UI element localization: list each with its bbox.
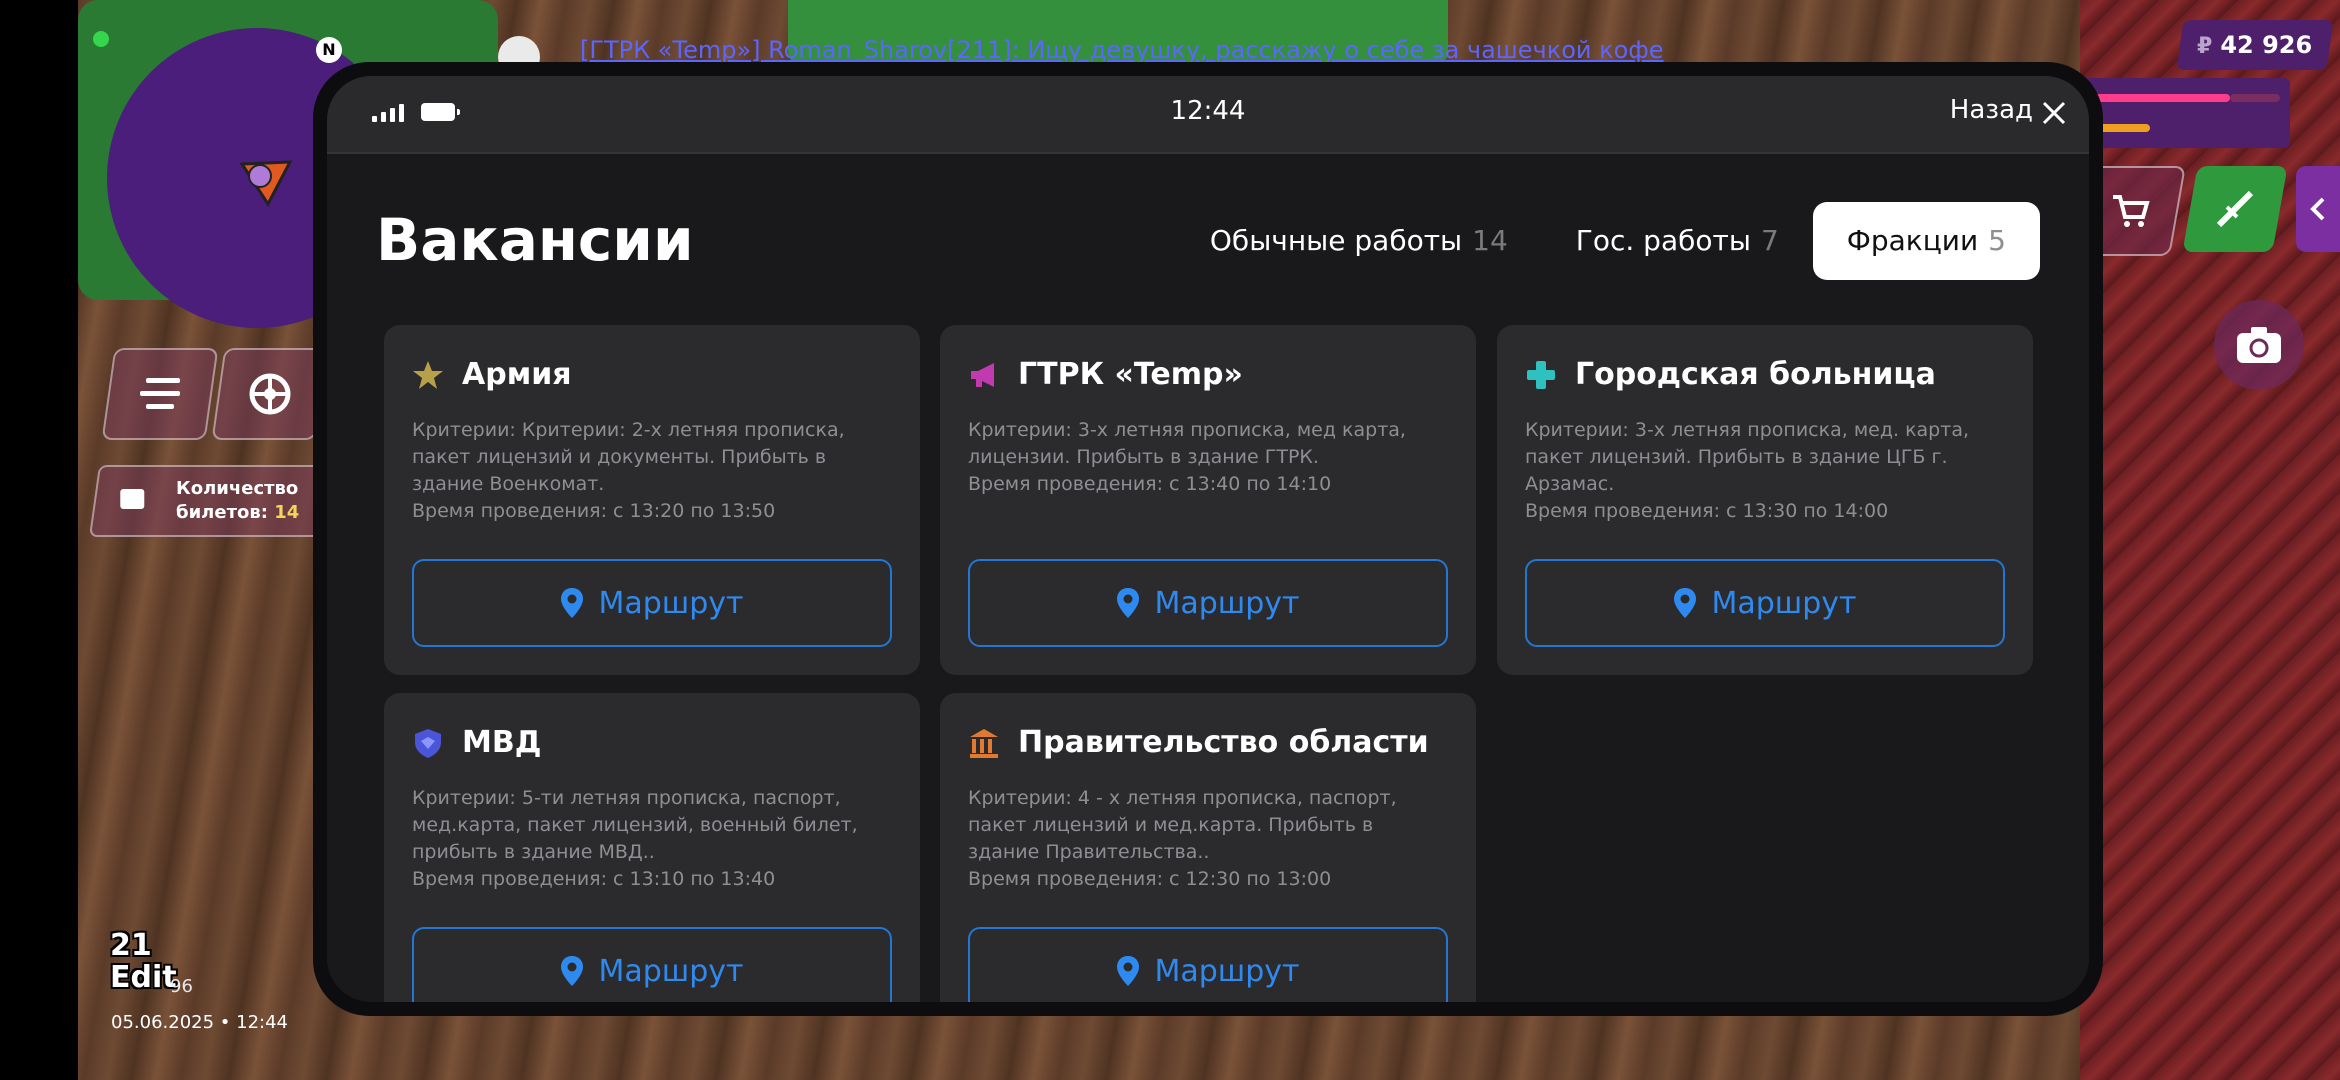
card-title: Городская больница: [1575, 357, 1936, 392]
tickets-label-line2: билетов:: [176, 502, 268, 523]
red-wall: [2080, 0, 2340, 1080]
route-button[interactable]: Маршрут: [412, 559, 892, 647]
chevron-left-icon: [2310, 197, 2325, 221]
minimap-north-label: N: [316, 37, 342, 63]
card-title: ГТРК «Temp»: [1018, 357, 1243, 392]
phone-status-bar: 12:44 Назад: [327, 76, 2089, 154]
tickets-counter: Количество билетов: 14: [88, 465, 334, 537]
card-description: Критерии: 3-х летняя прописка, мед карта…: [968, 417, 1448, 498]
phone-screen: 12:44 Назад Вакансии Обычные работы 14 Го…: [327, 76, 2089, 1002]
chat-message: [ГТРК «Temp»] Roman_Sharov[211]: Ищу дев…: [580, 36, 1664, 64]
card-title: Правительство области: [1018, 725, 1429, 760]
camera-button[interactable]: [2214, 300, 2304, 390]
card-time: Время проведения: с 13:40 по 14:10: [968, 473, 1332, 495]
tab-count: 7: [1760, 224, 1779, 257]
route-button[interactable]: Маршрут: [968, 927, 1448, 1002]
police-shield-icon: [415, 729, 441, 758]
card-description: Критерии: Критерии: 2-х летняя прописка,…: [412, 417, 892, 525]
star-icon: [413, 361, 443, 389]
location-pin-icon: [561, 956, 584, 986]
rifle-icon: [2216, 190, 2254, 228]
date-time: 05.06.2025 • 12:44: [111, 1012, 288, 1033]
card-criteria: Критерии: 3-х летняя прописка, мед карта…: [968, 419, 1406, 468]
route-button-label: Маршрут: [598, 585, 744, 621]
route-button-label: Маршрут: [1711, 585, 1857, 621]
card-title: Армия: [462, 357, 572, 392]
card-time: Время проведения: с 12:30 по 13:00: [968, 868, 1332, 890]
route-button-label: Маршрут: [1154, 953, 1300, 989]
location-pin-icon: [1117, 956, 1140, 986]
tab-count: 14: [1472, 224, 1508, 257]
card-title: МВД: [462, 725, 542, 760]
overlay-sub: 96: [170, 976, 193, 997]
card-time: Время проведения: с 13:20 по 13:50: [412, 500, 776, 522]
ticket-icon: [120, 489, 145, 509]
location-pin-icon: [561, 588, 584, 618]
government-building-icon: [970, 729, 998, 758]
vacancy-card: Городская больница Критерии: 3-х летняя …: [1497, 325, 2033, 675]
tickets-count: 14: [274, 502, 300, 523]
camera-rotate-icon: [2237, 327, 2281, 363]
tab-regular-jobs[interactable]: Обычные работы 14: [1176, 202, 1542, 280]
location-pin-icon: [1117, 588, 1140, 618]
close-icon[interactable]: [2041, 100, 2067, 126]
overlay-number: 21: [110, 928, 152, 963]
menu-lines-icon: [140, 378, 180, 409]
overlay-edit-label: Edit: [110, 960, 177, 995]
route-button[interactable]: Маршрут: [968, 559, 1448, 647]
phone-device: 12:44 Назад Вакансии Обычные работы 14 Го…: [313, 62, 2103, 1016]
player-marker-icon: [239, 160, 293, 207]
back-button[interactable]: Назад: [1950, 95, 2033, 125]
status-dot: [93, 31, 109, 47]
location-pin-icon: [1674, 588, 1697, 618]
card-criteria: Критерии: 5-ти летняя прописка, паспорт,…: [412, 787, 858, 863]
vacancy-card: МВД Критерии: 5-ти летняя прописка, пасп…: [384, 693, 920, 1002]
vacancy-card: Армия Критерии: Критерии: 2-х летняя про…: [384, 325, 920, 675]
wheel-button[interactable]: [211, 348, 329, 440]
route-button-label: Маршрут: [598, 953, 744, 989]
overlay-edit-text: 21 Edit: [110, 930, 177, 994]
tab-count: 5: [1988, 224, 2006, 257]
card-time: Время проведения: с 13:30 по 14:00: [1525, 500, 1889, 522]
route-button[interactable]: Маршрут: [412, 927, 892, 1002]
card-description: Критерии: 4 - х летняя прописка, паспорт…: [968, 785, 1448, 893]
tickets-label-line1: Количество: [176, 478, 299, 499]
collapse-button[interactable]: [2296, 166, 2340, 252]
card-criteria: Критерии: 4 - х летняя прописка, паспорт…: [968, 787, 1397, 863]
vacancy-card: Правительство области Критерии: 4 - х ле…: [940, 693, 1476, 1002]
tab-factions[interactable]: Фракции 5: [1812, 202, 2040, 280]
tab-label: Обычные работы: [1209, 224, 1463, 257]
weapon-button[interactable]: [2182, 166, 2288, 252]
medical-cross-icon: [1527, 361, 1555, 389]
card-criteria: Критерии: 3-х летняя прописка, мед. карт…: [1525, 419, 1969, 495]
cart-icon: [2113, 195, 2150, 227]
ruble-icon: ₽: [2197, 34, 2213, 59]
tab-label: Фракции: [1846, 224, 1979, 257]
page-title: Вакансии: [376, 206, 694, 274]
money-display: ₽42 926: [2176, 20, 2334, 70]
wheel-icon: [249, 373, 291, 415]
tab-gov-jobs[interactable]: Гос. работы 7: [1542, 202, 1813, 280]
card-criteria: Критерии: Критерии: 2-х летняя прописка,…: [412, 419, 845, 495]
route-button[interactable]: Маршрут: [1525, 559, 2005, 647]
tab-label: Гос. работы: [1575, 224, 1751, 257]
megaphone-icon: [971, 363, 994, 387]
money-value: 42 926: [2220, 31, 2313, 59]
menu-button[interactable]: [101, 348, 219, 440]
card-description: Критерии: 3-х летняя прописка, мед. карт…: [1525, 417, 2005, 525]
route-button-label: Маршрут: [1154, 585, 1300, 621]
phone-clock: 12:44: [1170, 96, 1246, 126]
card-time: Время проведения: с 13:10 по 13:40: [412, 868, 776, 890]
tabs: Обычные работы 14 Гос. работы 7 Фракции 5: [1176, 201, 2040, 281]
vacancy-card: ГТРК «Temp» Критерии: 3-х летняя прописк…: [940, 325, 1476, 675]
card-description: Критерии: 5-ти летняя прописка, паспорт,…: [412, 785, 892, 893]
health-bar-track: [2230, 94, 2280, 102]
